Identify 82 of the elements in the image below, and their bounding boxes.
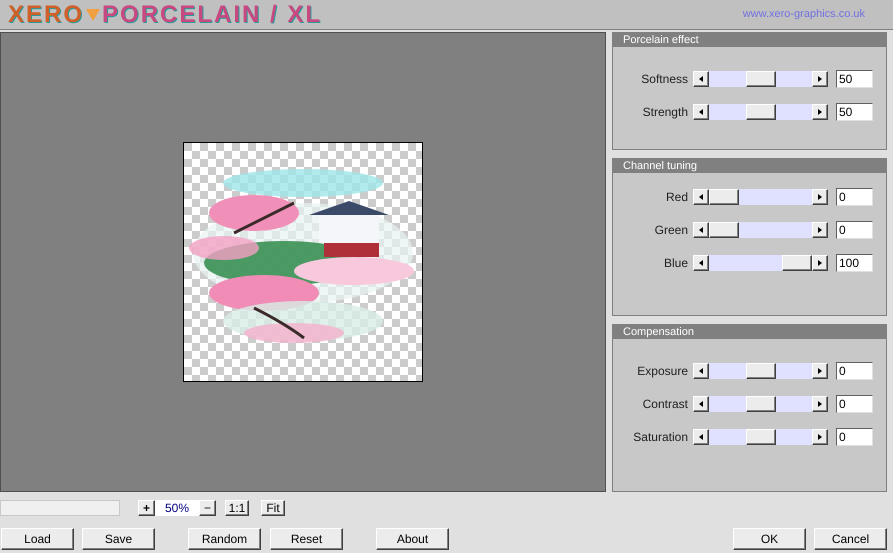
zoom-out-button[interactable]: −	[199, 500, 216, 516]
zoom-field[interactable]: 50%	[155, 500, 199, 516]
slider-thumb[interactable]	[709, 189, 739, 205]
slider-thumb[interactable]	[746, 396, 776, 412]
triangle-icon	[86, 8, 100, 20]
slider-label: Strength	[642, 104, 689, 121]
value-field[interactable]: 100	[836, 254, 873, 272]
slider[interactable]	[693, 104, 828, 120]
value-field[interactable]: 50	[836, 103, 873, 121]
slider-label: Blue	[662, 255, 689, 272]
panel-title: Porcelain effect	[613, 33, 886, 47]
action-button[interactable]: Save	[82, 528, 155, 550]
left-arrow-icon	[699, 434, 703, 440]
zoom-in-button[interactable]: +	[138, 500, 155, 516]
left-arrow-button[interactable]	[693, 71, 709, 87]
action-button[interactable]: Load	[1, 528, 74, 550]
left-arrow-button[interactable]	[693, 189, 709, 205]
right-arrow-button[interactable]	[812, 363, 828, 379]
slider[interactable]	[693, 222, 828, 238]
action-button[interactable]: Random	[188, 528, 261, 550]
right-arrow-icon	[818, 401, 822, 407]
action-button[interactable]: Reset	[270, 528, 343, 550]
right-arrow-button[interactable]	[812, 222, 828, 238]
left-arrow-icon	[699, 227, 703, 233]
right-arrow-icon	[818, 260, 822, 266]
panel-title: Compensation	[613, 325, 886, 339]
value-field[interactable]: 0	[836, 221, 873, 239]
left-arrow-icon	[699, 260, 703, 266]
left-arrow-button[interactable]	[693, 396, 709, 412]
right-arrow-button[interactable]	[812, 189, 828, 205]
left-arrow-icon	[699, 76, 703, 82]
right-arrow-button[interactable]	[812, 71, 828, 87]
slider[interactable]	[693, 396, 828, 412]
left-arrow-button[interactable]	[693, 255, 709, 271]
left-arrow-button[interactable]	[693, 429, 709, 445]
right-arrow-icon	[818, 368, 822, 374]
right-arrow-icon	[818, 76, 822, 82]
logo-text: PORCELAIN / XL	[102, 0, 322, 30]
left-arrow-icon	[699, 401, 703, 407]
actual-size-button[interactable]: 1:1	[225, 500, 249, 516]
slider-label: Contrast	[642, 396, 689, 413]
slider-label: Saturation	[632, 429, 689, 446]
right-arrow-icon	[818, 227, 822, 233]
value-field[interactable]: 0	[836, 188, 873, 206]
slider[interactable]	[693, 71, 828, 87]
left-arrow-button[interactable]	[693, 222, 709, 238]
panel-title: Channel tuning	[613, 159, 886, 173]
slider-thumb[interactable]	[709, 222, 739, 238]
left-arrow-icon	[699, 194, 703, 200]
slider[interactable]	[693, 363, 828, 379]
action-button[interactable]: About	[376, 528, 449, 550]
slider-thumb[interactable]	[746, 429, 776, 445]
left-arrow-button[interactable]	[693, 104, 709, 120]
slider-thumb[interactable]	[746, 71, 776, 87]
left-arrow-button[interactable]	[693, 363, 709, 379]
slider-label: Softness	[640, 71, 689, 88]
slider-label: Exposure	[636, 363, 689, 380]
dialog-button[interactable]: OK	[733, 528, 806, 550]
right-arrow-icon	[818, 109, 822, 115]
value-field[interactable]: 0	[836, 362, 873, 380]
value-field[interactable]: 0	[836, 428, 873, 446]
slider-thumb[interactable]	[746, 104, 776, 120]
value-field[interactable]: 0	[836, 395, 873, 413]
slider-thumb[interactable]	[746, 363, 776, 379]
slider-label: Green	[654, 222, 689, 239]
left-arrow-icon	[699, 109, 703, 115]
right-arrow-icon	[818, 434, 822, 440]
right-arrow-icon	[818, 194, 822, 200]
right-arrow-button[interactable]	[812, 104, 828, 120]
fit-button[interactable]: Fit	[261, 500, 285, 516]
right-arrow-button[interactable]	[812, 429, 828, 445]
slider-label: Red	[664, 189, 689, 206]
right-arrow-button[interactable]	[812, 396, 828, 412]
slider[interactable]	[693, 255, 828, 271]
value-field[interactable]: 50	[836, 70, 873, 88]
right-arrow-button[interactable]	[812, 255, 828, 271]
slider[interactable]	[693, 189, 828, 205]
left-arrow-icon	[699, 368, 703, 374]
dialog-button[interactable]: Cancel	[814, 528, 887, 550]
logo-text: XERO	[8, 0, 84, 30]
slider[interactable]	[693, 429, 828, 445]
slider-thumb[interactable]	[782, 255, 812, 271]
